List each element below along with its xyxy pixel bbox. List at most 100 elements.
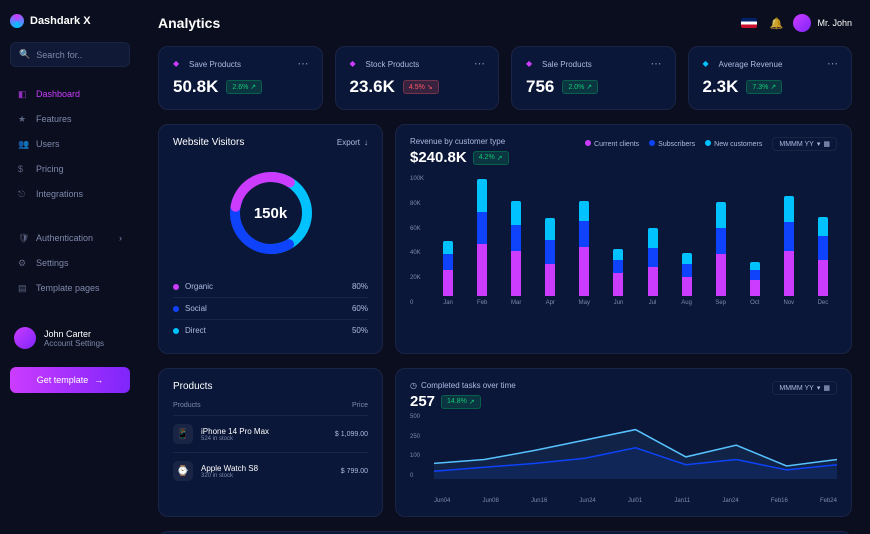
get-template-button[interactable]: Get template → [10,367,130,393]
nav-template-pages[interactable]: ▤Template pages [10,277,130,299]
download-icon: ↓ [364,138,368,147]
legend-row: Organic 80% [173,276,368,297]
x-tick: Feb16 [771,498,788,504]
nav-dashboard[interactable]: ◧Dashboard [10,83,130,105]
bar-column: Apr [536,218,564,306]
x-tick: Jun08 [482,498,498,504]
logo-mark-icon [10,14,24,28]
revenue-date-select[interactable]: MMMM YY▾ ▦ [772,137,837,151]
y-tick: 0 [410,300,424,306]
product-stock: 524 in stock [201,436,269,442]
header-user[interactable]: Mr. John [793,14,852,32]
brand-logo[interactable]: Dashdark X [10,14,130,28]
kpi-row: ◆Save Products ⋯ 50.8K 2.6% ↗◆Stock Prod… [158,46,852,110]
users-icon: 👥 [18,139,28,149]
product-name: iPhone 14 Pro Max [201,427,269,436]
kpi-icon: ◆ [350,59,360,69]
kpi-card: ◆Stock Products ⋯ 23.6K 4.5% ↘ [335,46,500,110]
rev-legend-item: New customers [705,140,762,148]
kpi-delta-badge: 2.6% ↗ [226,80,262,94]
kpi-card: ◆Sale Products ⋯ 756 2.0% ↗ [511,46,676,110]
product-thumb-icon: ⌚ [173,461,193,481]
chevron-right-icon: › [119,233,122,243]
products-col2: Price [352,402,368,409]
product-price: $ 799.00 [341,468,368,475]
y-tick: 100 [410,453,420,459]
nav-features[interactable]: ★Features [10,108,130,130]
legend-pct: 80% [352,282,368,291]
card-menu-icon[interactable]: ⋯ [827,57,839,70]
x-tick: Jan11 [674,498,690,504]
tasks-value: 257 [410,393,435,410]
kpi-value: 50.8K [173,77,218,97]
tasks-card: ◷Completed tasks over time 257 14.8% ↗ M… [395,368,852,517]
legend-dot-icon [173,284,179,290]
revenue-bar-chart: 100K80K60K40K20K0 JanFebMarAprMayJunJulA… [410,176,837,321]
visitors-title: Website Visitors [173,137,244,148]
card-menu-icon[interactable]: ⋯ [298,57,310,70]
x-tick: Jun04 [434,498,450,504]
legend-row: Direct 50% [173,319,368,341]
x-tick: Jun [614,300,624,306]
legend-dot-icon [585,140,591,146]
y-tick: 20K [410,275,424,281]
nav-pricing[interactable]: $Pricing [10,158,130,180]
x-tick: Aug [681,300,692,306]
product-row[interactable]: 📱iPhone 14 Pro Max524 in stock$ 1,099.00 [173,415,368,452]
x-tick: Dec [818,300,829,306]
y-tick: 60K [410,226,424,232]
bar-column: Jan [434,241,462,306]
legend-pct: 50% [352,326,368,335]
kpi-label: Average Revenue [719,60,783,69]
nav-authentication[interactable]: 🛡Authentication › [10,227,130,249]
product-row[interactable]: ⌚Apple Watch S8320 in stock$ 799.00 [173,452,368,489]
flag-icon[interactable] [741,18,757,28]
kpi-card: ◆Save Products ⋯ 50.8K 2.6% ↗ [158,46,323,110]
x-tick: Jan [443,300,453,306]
products-col1: Products [173,402,201,409]
legend-label: Social [185,304,207,313]
legend-label: Organic [185,282,213,291]
bar-column: Mar [502,201,530,306]
x-tick: May [579,300,590,306]
kpi-value: 756 [526,77,554,97]
arrow-right-icon: → [94,375,103,385]
legend-label: Direct [185,326,206,335]
rev-legend-item: Current clients [585,140,639,148]
nav-settings[interactable]: ⚙Settings [10,252,130,274]
export-button[interactable]: Export ↓ [337,138,368,147]
tasks-date-select[interactable]: MMMM YY▾ ▦ [772,381,837,395]
page-title: Analytics [158,15,220,31]
chevron-down-icon: ▾ [817,384,821,392]
card-menu-icon[interactable]: ⋯ [474,57,486,70]
user-role: Account Settings [44,339,104,348]
dashboard-icon: ◧ [18,89,28,99]
secondary-nav: 🛡Authentication › ⚙Settings ▤Template pa… [10,227,130,299]
kpi-delta-badge: 4.5% ↘ [403,80,439,94]
tasks-delta-badge: 14.8% ↗ [441,395,481,409]
sidebar-search[interactable]: 🔍 Search for.. [10,42,130,67]
visitors-card: Website Visitors Export ↓ 150k Orga [158,124,383,354]
x-tick: Jul [649,300,657,306]
card-menu-icon[interactable]: ⋯ [651,57,663,70]
kpi-label: Save Products [189,60,241,69]
x-tick: Jul01 [628,498,642,504]
calendar-icon: ▦ [823,384,830,392]
bar-column: Jul [638,228,666,306]
bar-column: Nov [775,196,803,306]
bar-column: Feb [468,179,496,306]
sidebar-user[interactable]: John Carter Account Settings [10,327,130,349]
x-tick: Apr [546,300,555,306]
visitors-legend: Organic 80% Social 60% Direct 50% [173,276,368,341]
legend-pct: 60% [352,304,368,313]
legend-row: Social 60% [173,297,368,319]
product-price: $ 1,099.00 [335,431,368,438]
sidebar: Dashdark X 🔍 Search for.. ◧Dashboard ★Fe… [0,0,140,534]
nav-users[interactable]: 👥Users [10,133,130,155]
brand-name: Dashdark X [30,15,91,27]
nav-integrations[interactable]: ⎋Integrations [10,183,130,205]
bell-icon[interactable]: 🔔 [769,17,781,29]
bar-column: Aug [673,253,701,306]
kpi-value: 2.3K [703,77,739,97]
y-tick: 0 [410,473,420,479]
